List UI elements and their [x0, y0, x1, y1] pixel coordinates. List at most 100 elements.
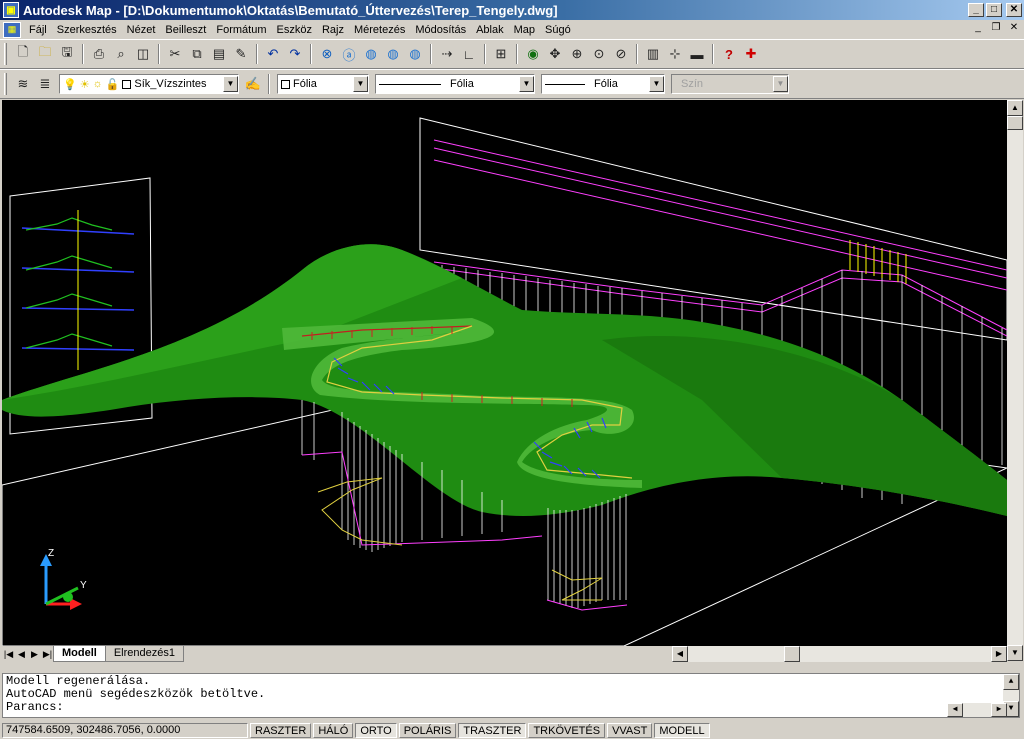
- scroll-thumb[interactable]: [1007, 116, 1023, 130]
- color-combo[interactable]: Fólia ▼: [277, 74, 369, 94]
- prev-tab-button[interactable]: ◀: [15, 647, 28, 661]
- redo-icon[interactable]: ↷: [285, 44, 305, 64]
- scroll-right-button[interactable]: ▶: [991, 703, 1007, 717]
- sun-icon[interactable]: ☀: [80, 78, 90, 91]
- lineweight-combo[interactable]: Fólia ▼: [541, 74, 665, 94]
- undo-icon[interactable]: ↶: [263, 44, 283, 64]
- chevron-down-icon[interactable]: ▼: [649, 76, 664, 92]
- document-icon[interactable]: ▦: [3, 21, 21, 38]
- copy-icon[interactable]: ⧉: [187, 44, 207, 64]
- scroll-up-button[interactable]: ▲: [1003, 674, 1019, 690]
- doc-minimize-button[interactable]: _: [970, 22, 986, 36]
- autocad-app-icon[interactable]: ▣: [3, 2, 19, 18]
- sun-viewport-icon[interactable]: ☼: [93, 78, 103, 90]
- next-tab-button[interactable]: ▶: [28, 647, 41, 661]
- 3d-orbit-icon[interactable]: ✥: [545, 44, 565, 64]
- help-icon[interactable]: ?: [719, 44, 739, 64]
- scroll-right-button[interactable]: ▶: [991, 646, 1007, 662]
- toolbar-grip[interactable]: [4, 43, 7, 65]
- toggle-otrack[interactable]: TRKÖVETÉS: [528, 723, 606, 738]
- lineweight-value: Fólia: [594, 78, 618, 90]
- tab-layout1[interactable]: Elrendezés1: [104, 646, 184, 662]
- close-button[interactable]: ✕: [1006, 3, 1022, 17]
- make-layer-current-icon[interactable]: ✍: [243, 74, 263, 94]
- window-title: Autodesk Map - [D:\Dokumentumok\Oktatás\…: [23, 2, 558, 18]
- globe-2-icon[interactable]: ◍: [383, 44, 403, 64]
- toggle-lineweight[interactable]: VVAST: [607, 723, 653, 738]
- open-icon[interactable]: 🗀: [35, 44, 55, 64]
- print-icon[interactable]: ⎙: [89, 44, 109, 64]
- maximize-button[interactable]: □: [986, 3, 1002, 17]
- toggle-ortho[interactable]: ORTO: [355, 723, 397, 738]
- vertical-scrollbar[interactable]: ▲ ▼: [1007, 100, 1023, 661]
- command-hscrollbar[interactable]: ◀ ▶: [947, 703, 1007, 717]
- menu-file[interactable]: Fájl: [24, 24, 52, 36]
- cut-icon[interactable]: ✂: [165, 44, 185, 64]
- chevron-down-icon[interactable]: ▼: [519, 76, 534, 92]
- toolbar-grip[interactable]: [4, 73, 7, 95]
- viewport-icon[interactable]: ⊞: [491, 44, 511, 64]
- coordinate-display[interactable]: 747584.6509, 302486.7056, 0.0000: [2, 723, 248, 738]
- save-icon[interactable]: 🖫: [57, 44, 77, 64]
- toggle-grid[interactable]: HÁLÓ: [313, 723, 354, 738]
- hyperlink-icon[interactable]: ⊗: [317, 44, 337, 64]
- match-properties-icon[interactable]: ✎: [231, 44, 251, 64]
- pan-icon[interactable]: ◉: [523, 44, 543, 64]
- model-space-canvas[interactable]: Z Y: [2, 100, 1007, 646]
- globe-3-icon[interactable]: ◍: [405, 44, 425, 64]
- menu-insert[interactable]: Beilleszt: [160, 24, 211, 36]
- layer-combo[interactable]: 💡 ☀ ☼ 🔓 Sík_Vízszintes ▼: [59, 74, 239, 94]
- tool-palette-icon[interactable]: ▬: [687, 44, 707, 64]
- lightbulb-icon[interactable]: 💡: [63, 78, 77, 91]
- toggle-osnap[interactable]: TRASZTER: [458, 723, 527, 738]
- command-line[interactable]: Modell regenerálása. AutoCAD menü segéde…: [2, 673, 1020, 718]
- ucs-icon[interactable]: ∟: [459, 44, 479, 64]
- zoom-window-icon[interactable]: ⊙: [589, 44, 609, 64]
- properties-icon[interactable]: ▥: [643, 44, 663, 64]
- plotstyle-value: Szín: [681, 78, 704, 90]
- design-center-icon[interactable]: ⊹: [665, 44, 685, 64]
- doc-close-button[interactable]: ✕: [1006, 22, 1022, 36]
- snap-icon[interactable]: ⇢: [437, 44, 457, 64]
- lock-icon[interactable]: 🔓: [106, 78, 120, 91]
- scroll-left-button[interactable]: ◀: [947, 703, 963, 717]
- scroll-left-button[interactable]: ◀: [672, 646, 688, 662]
- menu-dimension[interactable]: Méretezés: [349, 24, 410, 36]
- paste-icon[interactable]: ▤: [209, 44, 229, 64]
- menu-map[interactable]: Map: [509, 24, 540, 36]
- menu-modify[interactable]: Módosítás: [410, 24, 471, 36]
- menu-edit[interactable]: Szerkesztés: [52, 24, 122, 36]
- scroll-thumb[interactable]: [784, 646, 800, 662]
- minimize-button[interactable]: _: [968, 3, 984, 17]
- toggle-polar[interactable]: POLÁRIS: [398, 723, 457, 738]
- command-prompt[interactable]: Parancs:: [6, 701, 1016, 714]
- menu-help[interactable]: Súgó: [540, 24, 576, 36]
- menu-format[interactable]: Formátum: [211, 24, 271, 36]
- scroll-up-button[interactable]: ▲: [1007, 100, 1023, 116]
- first-tab-button[interactable]: |◀: [2, 647, 15, 661]
- new-icon[interactable]: 🗋: [13, 44, 33, 64]
- layer-previous-icon[interactable]: ≣: [35, 74, 55, 94]
- globe-icon[interactable]: ◍: [361, 44, 381, 64]
- publish-icon[interactable]: ◫: [133, 44, 153, 64]
- horizontal-scrollbar[interactable]: ◀ ▶: [672, 646, 1007, 662]
- linetype-combo[interactable]: Fólia ▼: [375, 74, 535, 94]
- layer-manager-icon[interactable]: ≋: [13, 74, 33, 94]
- print-preview-icon[interactable]: ⌕: [111, 44, 131, 64]
- menu-window[interactable]: Ablak: [471, 24, 509, 36]
- doc-restore-button[interactable]: ❐: [988, 22, 1004, 36]
- scroll-down-button[interactable]: ▼: [1007, 645, 1023, 661]
- zoom-realtime-icon[interactable]: ⊕: [567, 44, 587, 64]
- publish-web-icon[interactable]: ⓐ: [339, 44, 359, 64]
- zoom-previous-icon[interactable]: ⊘: [611, 44, 631, 64]
- menu-tools[interactable]: Eszköz: [272, 24, 317, 36]
- toggle-model[interactable]: MODELL: [654, 723, 710, 738]
- map-add-icon[interactable]: ✚: [741, 44, 761, 64]
- menu-draw[interactable]: Rajz: [317, 24, 349, 36]
- layers-toolbar: ≋ ≣ 💡 ☀ ☼ 🔓 Sík_Vízszintes ▼ ✍ Fólia ▼ F…: [0, 69, 1024, 99]
- chevron-down-icon[interactable]: ▼: [353, 76, 368, 92]
- menu-view[interactable]: Nézet: [122, 24, 161, 36]
- chevron-down-icon[interactable]: ▼: [223, 76, 238, 92]
- toggle-snap[interactable]: RASZTER: [250, 723, 312, 738]
- tab-model[interactable]: Modell: [53, 646, 106, 662]
